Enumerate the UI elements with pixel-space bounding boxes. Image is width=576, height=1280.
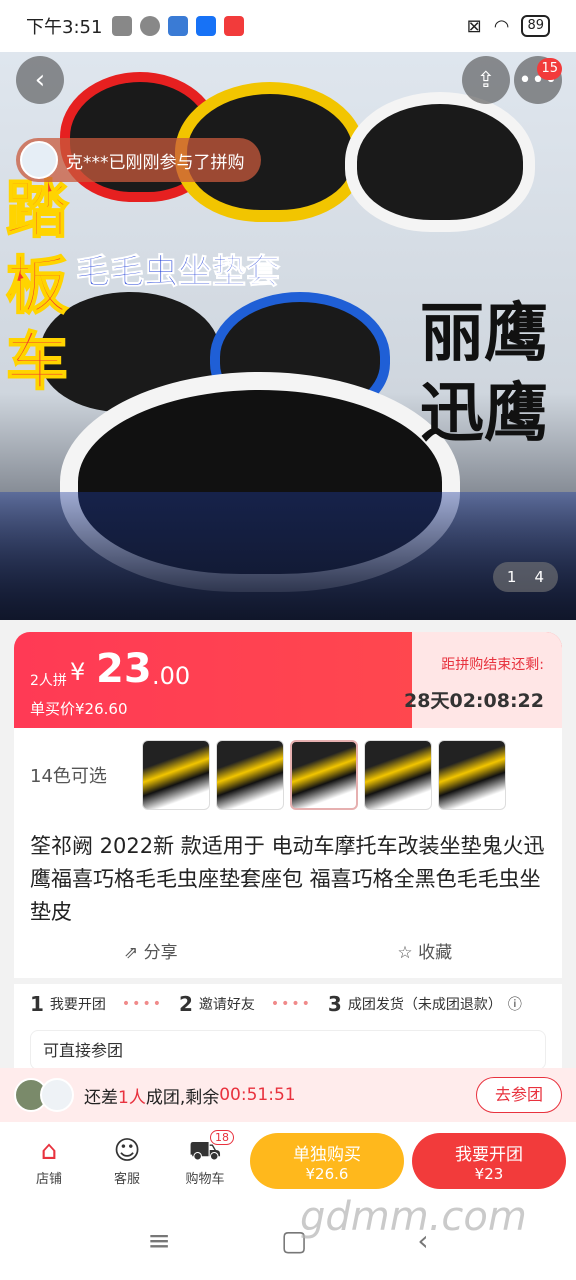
page-total: 4 [534,568,544,586]
product-actions: ⇗ 分享 ☆ 收藏 [14,938,562,963]
service-tab[interactable]: ☺ 客服 [88,1136,166,1187]
group-price: 23 [96,646,152,692]
shop-label: 店铺 [35,1171,62,1187]
buy-single-label: 单独购买 [293,1144,361,1165]
countdown: 距拼购结束还剩: 28天02:08:22 [404,654,544,713]
group-size-label: 2人拼 [30,673,67,689]
group-buy-steps: 1 我要开团 •••• 2 邀请好友 •••• 3 成团发货（未成团退款） ⓘ … [14,984,562,1070]
step2-label: 邀请好友 [198,997,255,1013]
step3-number: 3 [327,992,342,1016]
chevron-left-icon: ‹ [34,65,46,95]
price-card: 2人拼 ¥ 23 .00 单买价¥26.60 距拼购结束还剩: 28天02:08… [14,632,562,732]
app-icon [224,16,245,36]
buy-single-button[interactable]: 单独购买 ¥26.6 [250,1133,404,1189]
zhihu-icon [196,16,217,36]
mail-icon [168,16,189,36]
recent-purchase-toast: 克***已刚刚参与了拼购 [16,138,261,182]
join-mid: 成团,剩余 [145,1087,220,1108]
star-icon: ☆ [397,943,419,963]
share-button[interactable]: ⇪ [462,56,510,104]
image-text-xunying: 迅鹰 [420,377,548,451]
color-swatch-selected[interactable] [290,740,358,810]
step3-label: 成团发货（未成团退款） [347,997,502,1013]
chat-icon: ☺ [113,1135,141,1166]
shop-icon: ⌂ [40,1135,58,1166]
start-group-label: 我要开团 [455,1144,523,1165]
cart-tab[interactable]: ⛟ 18 购物车 [166,1129,244,1187]
product-image-carousel[interactable]: 踏板车 毛毛虫坐垫套 丽鹰 迅鹰 克***已刚刚参与了拼购 1 4 [0,52,576,620]
start-group-price: ¥23 [474,1164,504,1183]
favorite-action[interactable]: ☆ 收藏 [397,938,452,963]
bottom-action-bar: ⌂ 店铺 ☺ 客服 ⛟ 18 购物车 单独购买 ¥26.6 我要开团 ¥23 [0,1122,576,1200]
status-time: 下午3:51 [26,17,103,38]
message-badge: 15 [537,58,562,80]
currency-symbol: ¥ [70,658,86,686]
share-action[interactable]: ⇗ 分享 [124,938,178,963]
direct-join-label: 可直接参团 [30,1030,546,1070]
menu-icon[interactable]: ≡ [147,1224,170,1257]
color-options: 14色可选 [30,740,506,810]
info-icon[interactable]: ⓘ [508,994,522,1014]
shop-tab[interactable]: ⌂ 店铺 [10,1136,88,1187]
product-title: 筌祁阙 2022新 款适用于 电动车摩托车改装坐垫鬼火迅鹰福喜巧格毛毛虫座垫套座… [30,834,545,924]
image-page-indicator: 1 4 [492,562,558,592]
step-divider: •••• [270,996,312,1012]
color-swatch[interactable] [216,740,284,810]
status-bar: 下午3:51 ⊠ ◠ 89 [0,0,576,52]
product-info-card: 14色可选 筌祁阙 2022新 款适用于 电动车摩托车改装坐垫鬼火迅鹰福喜巧格毛… [14,728,562,978]
join-group-bar: 还差 1人 成团,剩余 00:51:51 去参团 [0,1068,576,1122]
back-button[interactable]: ‹ [16,56,64,104]
favorite-label: 收藏 [418,943,453,963]
watermark: gdmm.com [300,1194,527,1240]
buy-single-price: ¥26.6 [305,1164,349,1183]
countdown-label: 距拼购结束还剩: [441,657,544,673]
service-label: 客服 [113,1171,140,1187]
color-swatch[interactable] [142,740,210,810]
image-text-liying: 丽鹰 [420,297,548,371]
alarm-icon [140,16,161,36]
image-text-caterpillar: 毛毛虫坐垫套 [76,252,281,293]
share-label: 分享 [143,943,178,963]
scooter-body [0,492,576,620]
color-swatch[interactable] [364,740,432,810]
countdown-time: 28天02:08:22 [404,690,544,712]
join-count: 1人 [118,1087,146,1108]
color-swatch[interactable] [438,740,506,810]
silent-icon [112,16,133,36]
no-sim-icon: ⊠ [466,15,482,37]
step1-number: 1 [30,992,44,1016]
share-icon: ⇗ [123,943,144,963]
join-group-button[interactable]: 去参团 [475,1077,562,1113]
join-prefix: 还差 [84,1087,118,1108]
colors-label: 14色可选 [30,766,107,787]
avatar [40,1078,74,1112]
battery-indicator: 89 [521,15,550,37]
cart-label: 购物车 [185,1171,225,1187]
cart-count-badge: 18 [210,1129,234,1145]
toast-text: 克***已刚刚参与了拼购 [66,152,245,173]
share-icon: ⇪ [476,67,496,93]
seat-image-white [345,92,535,232]
join-remaining: 00:51:51 [219,1085,296,1105]
single-price: 单买价¥26.60 [30,700,128,718]
step-divider: •••• [121,996,163,1012]
image-text-scooter: 踏板车 [5,172,69,399]
step2-number: 2 [178,992,193,1016]
wifi-icon: ◠ [493,15,510,37]
avatar [20,141,58,179]
step1-label: 我要开团 [49,997,106,1013]
page-current: 1 [506,568,517,586]
start-group-button[interactable]: 我要开团 ¥23 [412,1133,566,1189]
group-price-decimal: .00 [152,662,191,690]
